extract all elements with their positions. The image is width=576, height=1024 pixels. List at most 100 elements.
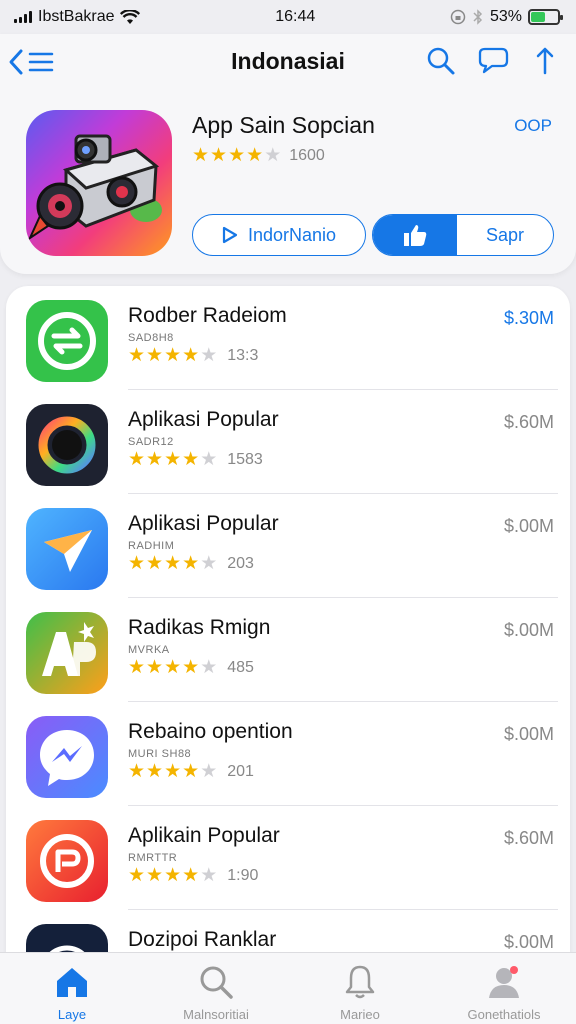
app-rating: ★ ★ ★ ★ ★ 485 xyxy=(128,658,254,677)
search-button[interactable] xyxy=(424,44,458,78)
like-get-segment[interactable]: Sapr xyxy=(372,214,554,256)
rating-count: 13:3 xyxy=(227,346,259,364)
lock-rotation-icon xyxy=(450,9,466,25)
star-rating: ★ ★ ★ ★ ★ xyxy=(192,146,281,165)
battery-percent: 53% xyxy=(489,8,522,25)
star-rating: ★ ★ ★ ★ ★ xyxy=(128,450,217,469)
green-swap-icon[interactable] xyxy=(26,300,108,382)
star-icon: ★ xyxy=(146,553,164,574)
star-icon: ★ xyxy=(182,761,200,782)
play-icon xyxy=(222,226,238,244)
app-subtitle: RMRTTR xyxy=(128,852,178,864)
app-name: Rodber Radeiom xyxy=(128,304,287,327)
messages-button[interactable] xyxy=(476,44,510,78)
app-subtitle: RADHIM xyxy=(128,540,175,552)
battery-icon xyxy=(528,9,563,25)
app-price-button[interactable]: $.00M xyxy=(504,516,554,537)
app-name: Radikas Rmign xyxy=(128,616,271,639)
share-button[interactable] xyxy=(528,44,562,78)
app-list-item[interactable]: Rebaino opention MURI SH88 ★ ★ ★ ★ ★ 201 $.00M xyxy=(6,702,570,806)
search-icon xyxy=(197,963,235,1001)
bluetooth-icon xyxy=(473,9,483,25)
red-ring-icon[interactable] xyxy=(26,820,108,902)
tab-search[interactable]: Malnsoritiai xyxy=(144,953,288,1024)
star-icon: ★ xyxy=(200,657,218,678)
star-icon: ★ xyxy=(182,449,200,470)
app-list-item[interactable]: Radikas Rmign MVRKA ★ ★ ★ ★ ★ 485 $.00M xyxy=(6,598,570,702)
tab-home[interactable]: Laye xyxy=(0,953,144,1024)
app-subtitle: SADR12 xyxy=(128,436,174,448)
app-price-button[interactable]: $.60M xyxy=(504,412,554,433)
app-subtitle: MURI SH88 xyxy=(128,748,192,760)
star-rating: ★ ★ ★ ★ ★ xyxy=(128,762,217,781)
like-button[interactable] xyxy=(373,215,457,255)
app-price-button[interactable]: $.00M xyxy=(504,620,554,641)
star-icon: ★ xyxy=(200,345,218,366)
app-price-button[interactable]: $.00M xyxy=(504,724,554,745)
home-icon xyxy=(53,963,91,1001)
app-list-item[interactable]: Aplikain Popular RMRTTR ★ ★ ★ ★ ★ 1:90 $.60M xyxy=(6,806,570,910)
star-icon: ★ xyxy=(182,553,200,574)
tab-profile[interactable]: Gonethatiols xyxy=(432,953,576,1024)
featured-card: Indonasiai App Sain Sopcian ★ ★ ★ ★ ★ 16… xyxy=(0,34,576,274)
app-list-item[interactable]: Aplikasi Popular RADHIM ★ ★ ★ ★ ★ 203 $.00M xyxy=(6,494,570,598)
app-rating: ★ ★ ★ ★ ★ 203 xyxy=(128,554,254,573)
star-rating: ★ ★ ★ ★ ★ xyxy=(128,658,217,677)
featured-price[interactable]: OOP xyxy=(514,116,552,136)
star-icon: ★ xyxy=(128,345,146,366)
get-button-label: Sapr xyxy=(485,224,525,245)
app-price-button[interactable]: $.30M xyxy=(504,308,554,329)
tab-bell[interactable]: Marieo xyxy=(288,953,432,1024)
star-icon: ★ xyxy=(182,865,200,886)
star-icon: ★ xyxy=(146,345,164,366)
app-list-item[interactable]: Aplikasi Popular SADR12 ★ ★ ★ ★ ★ 1583 $.60M xyxy=(6,390,570,494)
tab-label: Marieo xyxy=(340,1007,380,1022)
preview-button[interactable]: IndorNanio xyxy=(192,214,366,256)
star-icon: ★ xyxy=(200,553,218,574)
status-bar: IbstBakrae 16:44 53% xyxy=(0,0,576,34)
star-rating: ★ ★ ★ ★ ★ xyxy=(128,346,217,365)
star-icon: ★ xyxy=(146,761,164,782)
share-icon xyxy=(536,47,554,75)
rating-count: 1600 xyxy=(289,146,325,164)
star-rating: ★ ★ ★ ★ ★ xyxy=(128,866,217,885)
star-icon: ★ xyxy=(164,449,182,470)
paper-plane-icon[interactable] xyxy=(26,508,108,590)
star-icon: ★ xyxy=(264,145,282,166)
star-icon: ★ xyxy=(200,761,218,782)
profile-icon xyxy=(485,963,523,1001)
star-icon: ★ xyxy=(164,761,182,782)
star-icon: ★ xyxy=(164,345,182,366)
featured-app-icon[interactable] xyxy=(26,110,172,256)
star-icon: ★ xyxy=(128,657,146,678)
app-subtitle: SAD8H8 xyxy=(128,332,174,344)
rating-count: 201 xyxy=(227,762,254,780)
star-icon: ★ xyxy=(128,761,146,782)
featured-app-name: App Sain Sopcian xyxy=(192,112,375,138)
star-icon: ★ xyxy=(228,145,246,166)
app-subtitle: MVRKA xyxy=(128,644,170,656)
featured-rating: ★ ★ ★ ★ ★ 1600 xyxy=(192,146,325,165)
messenger-icon[interactable] xyxy=(26,716,108,798)
preview-button-label: IndorNanio xyxy=(247,224,337,245)
star-icon: ★ xyxy=(200,449,218,470)
app-price-button[interactable]: $.00M xyxy=(504,932,554,953)
ap-logo-icon[interactable] xyxy=(26,612,108,694)
app-price-button[interactable]: $.60M xyxy=(504,828,554,849)
app-rating: ★ ★ ★ ★ ★ 1583 xyxy=(128,450,263,469)
tab-label: Gonethatiols xyxy=(467,1007,541,1022)
status-time: 16:44 xyxy=(275,8,316,25)
app-name: Aplikasi Popular xyxy=(128,408,279,431)
star-icon: ★ xyxy=(164,553,182,574)
tab-label: Malnsoritiai xyxy=(183,1007,249,1022)
star-icon: ★ xyxy=(128,553,146,574)
rating-count: 1:90 xyxy=(227,866,259,884)
rainbow-ring-icon[interactable] xyxy=(26,404,108,486)
rating-count: 1583 xyxy=(227,450,263,468)
app-list-item[interactable]: Rodber Radeiom SAD8H8 ★ ★ ★ ★ ★ 13:3 $.30M xyxy=(6,286,570,390)
star-icon: ★ xyxy=(164,865,182,886)
camera-robot-icon xyxy=(27,134,162,241)
app-name: Aplikasi Popular xyxy=(128,512,279,535)
star-icon: ★ xyxy=(146,865,164,886)
star-icon: ★ xyxy=(200,865,218,886)
